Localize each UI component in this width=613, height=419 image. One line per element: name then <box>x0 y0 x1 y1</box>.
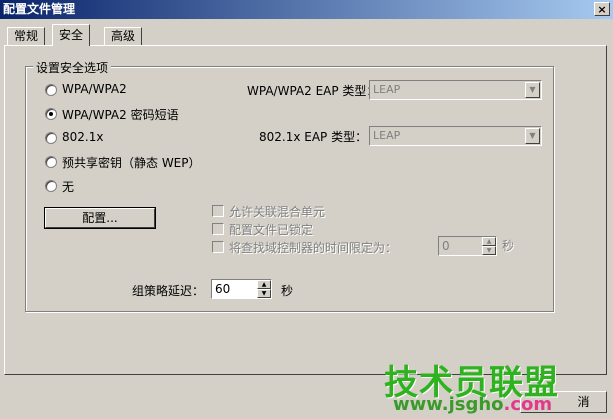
checkbox-dc-timeout[interactable] <box>212 241 224 253</box>
close-button[interactable]: × <box>594 2 610 16</box>
radio-none-label: 无 <box>62 180 75 194</box>
chevron-up-icon[interactable]: ▲ <box>257 280 271 289</box>
wpa-eap-type-label: WPA/WPA2 EAP 类型： <box>247 84 379 98</box>
chevron-down-icon: ▼ <box>525 128 540 144</box>
radio-8021x-label: 802.1x <box>62 130 104 144</box>
checkbox-allow-mixed-cell[interactable] <box>212 205 224 217</box>
chevron-up-icon[interactable]: ▲ <box>482 237 496 246</box>
tab-advanced[interactable]: 高级 <box>104 27 143 45</box>
checkbox-profile-locked-label: 配置文件已锁定 <box>229 223 314 237</box>
chevron-down-icon[interactable]: ▼ <box>257 289 271 298</box>
radio-wpa-passphrase-label: WPA/WPA2 密码短语 <box>62 108 179 122</box>
radio-wep-label: 预共享密钥（静态 WEP） <box>62 156 201 170</box>
chevron-down-icon[interactable]: ▼ <box>482 246 496 255</box>
title-bar: 配置文件管理 × <box>0 0 613 19</box>
dc-timeout-stepper[interactable]: 0 ▲ ▼ <box>438 236 497 256</box>
checkbox-profile-locked[interactable] <box>212 223 224 235</box>
group-title: 设置安全选项 <box>33 59 112 76</box>
radio-wpa-label: WPA/WPA2 <box>62 82 127 96</box>
watermark-url: www.jsgho.com <box>393 394 553 415</box>
window-title: 配置文件管理 <box>3 2 76 16</box>
group-policy-delay-stepper[interactable]: 60 ▲ ▼ <box>211 279 272 299</box>
8021x-eap-type-label: 802.1x EAP 类型： <box>259 130 368 144</box>
8021x-eap-type-select[interactable]: LEAP ▼ <box>369 126 542 146</box>
checkbox-allow-mixed-cell-label: 允许关联混合单元 <box>229 205 326 219</box>
profile-management-dialog: 配置文件管理 × 常规 安全 高级 设置安全选项 WPA/WPA2 WPA/WP… <box>0 0 613 419</box>
configure-button[interactable]: 配置... <box>44 207 156 229</box>
tab-security[interactable]: 安全 <box>52 24 91 46</box>
tab-general[interactable]: 常规 <box>7 27 46 45</box>
group-policy-delay-label: 组策略延迟： <box>132 284 205 298</box>
checkbox-dc-timeout-label: 将查找域控制器的时间限定为： <box>229 241 398 255</box>
dc-timeout-unit: 秒 <box>502 239 515 253</box>
group-policy-delay-unit: 秒 <box>281 284 294 298</box>
wpa-eap-type-select[interactable]: LEAP ▼ <box>369 80 542 100</box>
chevron-down-icon: ▼ <box>525 82 540 98</box>
